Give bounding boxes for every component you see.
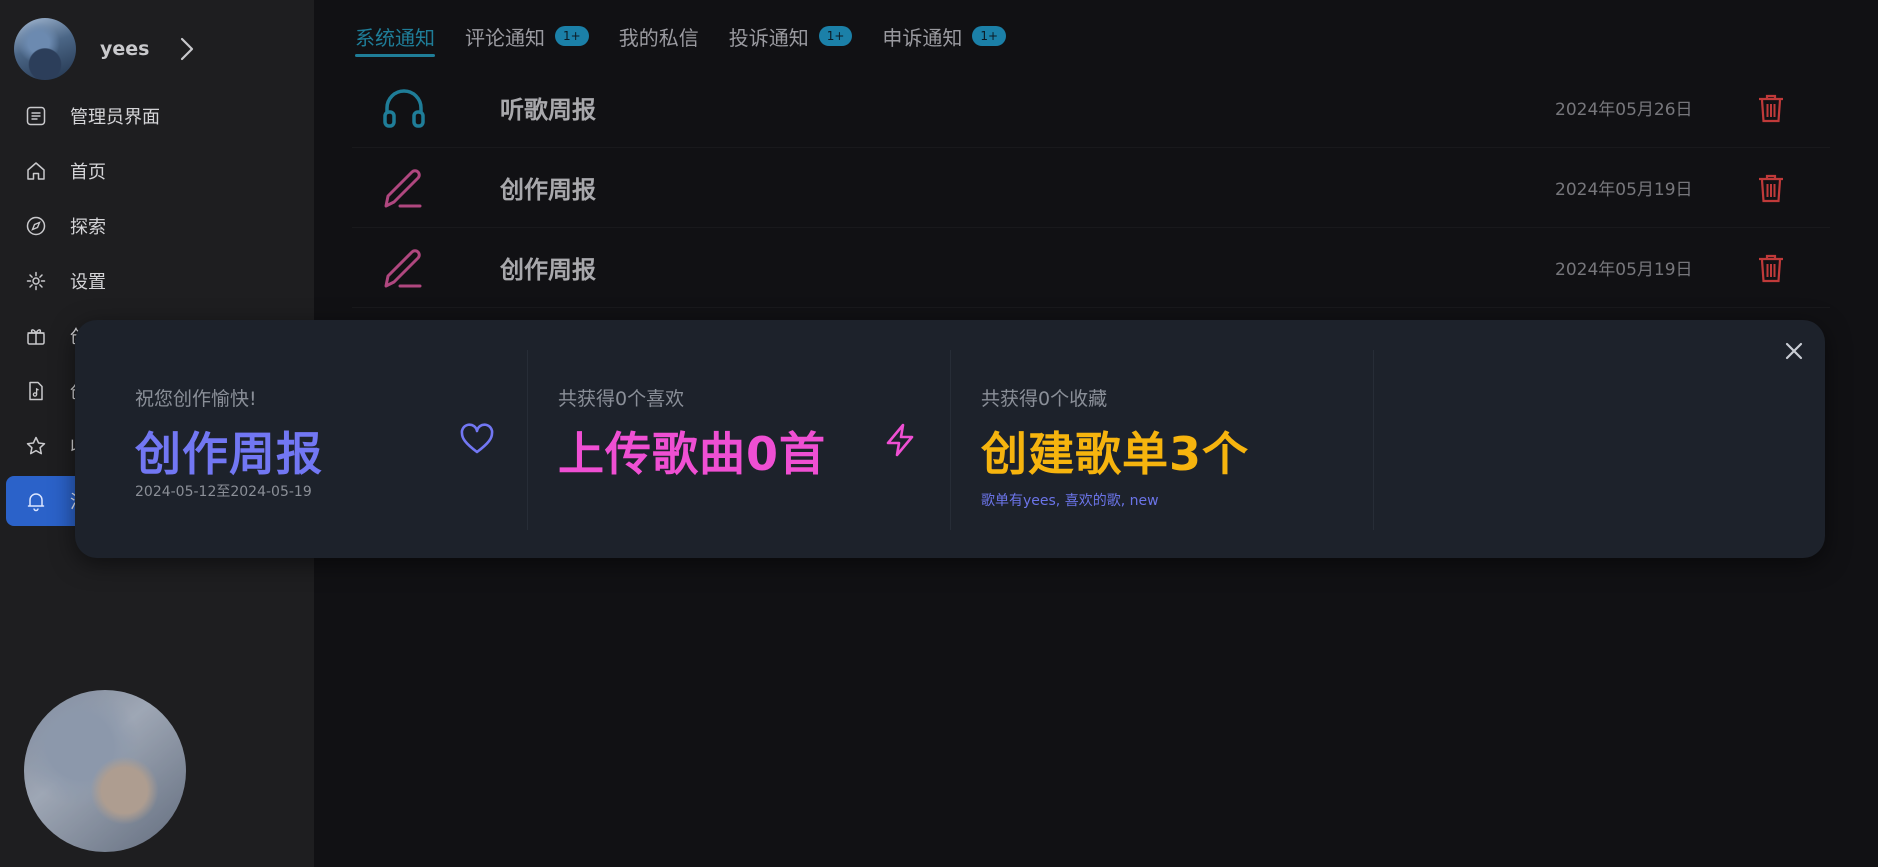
notification-title: 听歌周报	[500, 96, 596, 124]
count-badge: 1+	[818, 26, 853, 46]
gift-icon	[24, 324, 48, 348]
report-card-empty	[1374, 350, 1795, 530]
sidebar-item-explore[interactable]: 探索	[6, 201, 306, 251]
user-avatar[interactable]	[14, 18, 76, 80]
tab-label: 评论通知	[465, 25, 545, 50]
user-header[interactable]: yees	[14, 18, 195, 80]
user-name: yees	[100, 38, 150, 60]
playlist-names: 歌单有yees, 喜欢的歌, new	[981, 493, 1159, 509]
notification-date: 2024年05月19日	[1555, 180, 1693, 200]
weekly-report-dialog: 祝您创作愉快! 创作周报 2024-05-12至2024-05-19 共获得0个…	[75, 320, 1825, 558]
notification-row[interactable]: 听歌周报 2024年05月26日	[352, 68, 1830, 148]
card-headline: 上传歌曲0首	[558, 427, 827, 481]
home-icon	[24, 159, 48, 183]
sidebar-item-admin[interactable]: 管理员界面	[6, 91, 306, 141]
tab-complaints[interactable]: 投诉通知 1+	[729, 18, 853, 54]
sidebar-item-label: 设置	[70, 272, 106, 293]
headphones-icon	[380, 84, 428, 132]
notification-row[interactable]: 创作周报 2024年05月19日	[352, 228, 1830, 308]
notification-title: 创作周报	[500, 256, 596, 284]
count-badge: 1+	[972, 26, 1007, 46]
sidebar-item-label: 管理员界面	[70, 107, 160, 128]
sidebar-item-label: 探索	[70, 217, 106, 238]
trash-icon[interactable]	[1757, 93, 1785, 123]
tab-private-messages[interactable]: 我的私信	[619, 18, 699, 54]
date-range: 2024-05-12至2024-05-19	[135, 484, 312, 500]
bell-icon	[24, 489, 48, 513]
tab-label: 系统通知	[355, 25, 435, 50]
report-card-uploads: 共获得0个喜欢 上传歌曲0首	[528, 350, 951, 530]
sidebar-item-label: 首页	[70, 162, 106, 183]
pen-icon	[380, 244, 428, 292]
notification-title: 创作周报	[500, 176, 596, 204]
tab-label: 申诉通知	[882, 25, 963, 50]
profile-photo[interactable]	[24, 690, 186, 852]
card-subtitle: 共获得0个收藏	[981, 388, 1108, 410]
lightning-icon	[882, 422, 918, 458]
notification-tabs: 系统通知 评论通知 1+ 我的私信 投诉通知 1+ 申诉通知 1+	[355, 18, 1036, 57]
music-file-icon	[24, 379, 48, 403]
count-badge: 1+	[555, 26, 589, 46]
star-icon	[24, 434, 48, 458]
pen-icon	[380, 164, 428, 212]
tab-comments[interactable]: 评论通知 1+	[465, 18, 589, 54]
gear-icon	[24, 269, 48, 293]
notification-date: 2024年05月19日	[1555, 260, 1693, 280]
tab-label: 我的私信	[618, 25, 699, 50]
chevron-right-icon[interactable]	[179, 35, 195, 63]
heart-icon	[459, 422, 495, 458]
notification-row[interactable]: 创作周报 2024年05月19日	[352, 148, 1830, 228]
card-headline: 创作周报	[135, 427, 323, 481]
report-card-playlists: 共获得0个收藏 创建歌单3个 歌单有yees, 喜欢的歌, new	[951, 350, 1374, 530]
tab-appeals[interactable]: 申诉通知 1+	[882, 18, 1007, 54]
compass-icon	[24, 214, 48, 238]
sidebar-item-settings[interactable]: 设置	[6, 256, 306, 306]
list-icon	[24, 104, 48, 128]
notification-date: 2024年05月26日	[1555, 100, 1693, 120]
trash-icon[interactable]	[1757, 173, 1785, 203]
report-cards: 祝您创作愉快! 创作周报 2024-05-12至2024-05-19 共获得0个…	[105, 350, 1795, 530]
tab-system[interactable]: 系统通知	[355, 18, 435, 57]
report-card-summary: 祝您创作愉快! 创作周报 2024-05-12至2024-05-19	[105, 350, 528, 530]
tab-label: 投诉通知	[728, 25, 809, 50]
card-headline: 创建歌单3个	[981, 427, 1250, 481]
card-subtitle: 共获得0个喜欢	[558, 388, 685, 410]
card-subtitle: 祝您创作愉快!	[135, 388, 257, 410]
trash-icon[interactable]	[1757, 253, 1785, 283]
sidebar-item-home[interactable]: 首页	[6, 146, 306, 196]
